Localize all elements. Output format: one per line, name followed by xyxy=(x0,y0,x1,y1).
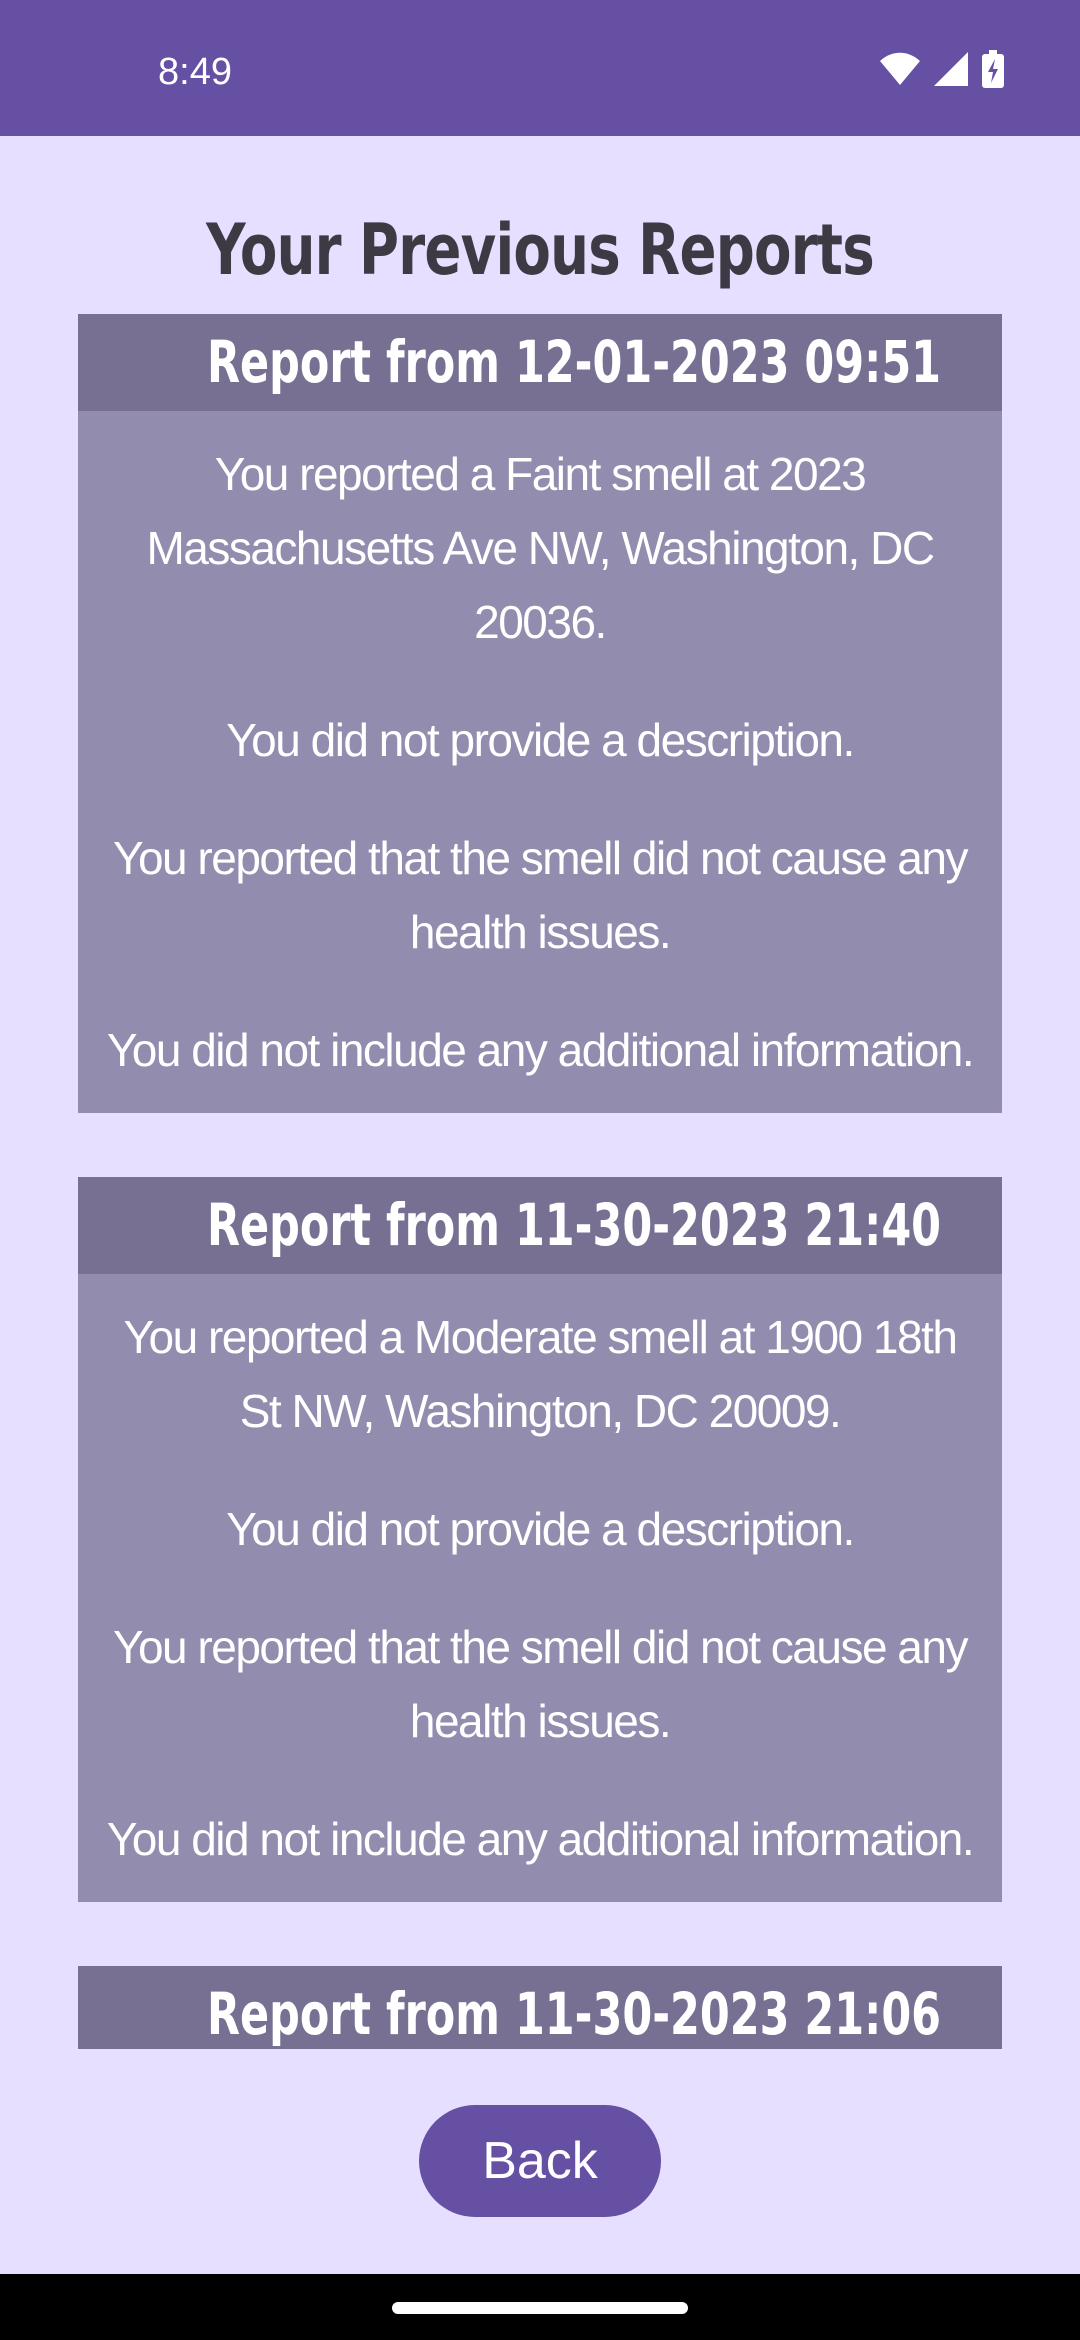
report-card: Report from 11-30-2023 21:40 You reported… xyxy=(78,1177,1002,1902)
reports-list[interactable]: Report from 12-01-2023 09:51 You reported… xyxy=(78,314,1002,2049)
status-time: 8:49 xyxy=(158,51,232,93)
report-body: You reported a Moderate smell at 1900 18… xyxy=(78,1274,1002,1902)
status-icons xyxy=(880,50,1004,88)
report-paragraph: You did not include any additional infor… xyxy=(106,1813,975,1865)
report-header-text: Report from 11-30-2023 21:40 xyxy=(206,1191,942,1259)
report-header: Report from 12-01-2023 09:51 xyxy=(78,314,1002,411)
report-card: Report from 11-30-2023 21:06You reported… xyxy=(78,1966,1002,2049)
cell-signal-icon xyxy=(934,52,968,86)
report-header: Report from 11-30-2023 21:06 xyxy=(78,1966,1002,2049)
report-paragraph: You reported that the smell did not caus… xyxy=(113,832,968,958)
report-paragraph: You reported that the smell did not caus… xyxy=(113,1621,968,1747)
wifi-icon xyxy=(880,52,920,86)
report-paragraph: You did not provide a description. xyxy=(226,1503,855,1555)
page-title: Your Previous Reports xyxy=(206,209,875,291)
report-paragraph: You reported a Moderate smell at 1900 18… xyxy=(123,1311,958,1437)
report-paragraph: You did not provide a description. xyxy=(226,714,855,766)
report-paragraph: You reported a Faint smell at 2023 Massa… xyxy=(146,448,935,648)
report-header-text: Report from 12-01-2023 09:51 xyxy=(206,328,942,396)
report-card: Report from 12-01-2023 09:51 You reported… xyxy=(78,314,1002,1113)
back-button[interactable]: Back xyxy=(419,2105,661,2217)
home-gesture-handle[interactable] xyxy=(392,2302,688,2314)
report-header: Report from 11-30-2023 21:40 xyxy=(78,1177,1002,1274)
battery-charging-icon xyxy=(982,50,1004,88)
report-paragraph: You did not include any additional infor… xyxy=(106,1024,975,1076)
report-header-text: Report from 11-30-2023 21:06 xyxy=(206,1980,942,2048)
status-bar: 8:49 xyxy=(0,0,1080,136)
report-body: You reported a Faint smell at 2023 Massa… xyxy=(78,411,1002,1113)
